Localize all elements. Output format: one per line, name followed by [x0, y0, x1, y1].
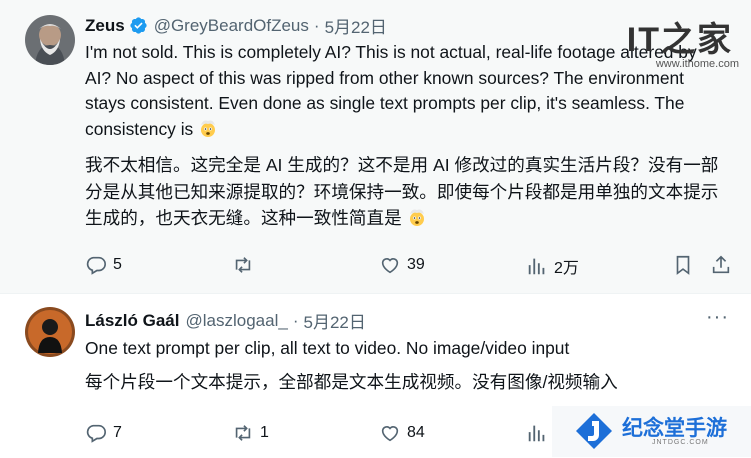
- bookmark-icon: [676, 255, 690, 275]
- reply-icon: [86, 424, 106, 443]
- share-button[interactable]: [710, 254, 732, 276]
- reply-count: 5: [113, 256, 122, 273]
- jntdgc-watermark: 纪念堂手游 JNTDGC.COM: [552, 406, 751, 457]
- reply-button[interactable]: 5: [85, 254, 122, 276]
- ithome-logo: IT之家: [626, 21, 733, 59]
- retweet-icon: [235, 425, 251, 441]
- reply-icon: [86, 256, 106, 275]
- more-icon[interactable]: ···: [706, 306, 729, 329]
- tweet-header: Zeus @GreyBeardOfZeus · 5月22日: [85, 13, 387, 38]
- views-button[interactable]: [526, 422, 548, 444]
- jntdgc-logo-text: 纪念堂手游: [622, 417, 727, 440]
- tweet-date[interactable]: 5月22日: [325, 13, 387, 38]
- ithome-watermark: IT之家 www.ithome.com: [621, 10, 741, 70]
- jntdgc-url: JNTDGC.COM: [652, 439, 709, 446]
- bookmark-button[interactable]: [672, 254, 694, 276]
- author-name[interactable]: László Gaál: [85, 311, 179, 331]
- like-button[interactable]: 84: [379, 422, 425, 444]
- tweet-header: László Gaál @laszlogaal_ · 5月22日: [85, 308, 366, 333]
- like-icon: [381, 258, 399, 274]
- views-count: 2万: [554, 260, 579, 277]
- like-button[interactable]: 39: [379, 254, 425, 276]
- tweet-text-en: I'm not sold. This is completely AI? Thi…: [85, 42, 697, 139]
- author-handle[interactable]: @GreyBeardOfZeus: [154, 16, 309, 36]
- author-name[interactable]: Zeus: [85, 16, 125, 36]
- verified-badge-icon: [130, 17, 147, 34]
- separator-dot: ·: [292, 310, 299, 330]
- ithome-url: www.ithome.com: [655, 58, 739, 70]
- views-icon: [528, 425, 545, 442]
- tweet-text-zh: 我不太相信。这完全是 AI 生成的？这不是用 AI 修改过的真实生活片段？没有一…: [85, 155, 719, 228]
- separator-dot: ·: [313, 15, 320, 35]
- jntdgc-logo-icon: [576, 413, 612, 449]
- retweet-button[interactable]: 1: [232, 422, 269, 444]
- exploding-head-emoji: [201, 120, 216, 137]
- tweet-text-zh: 每个片段一个文本提示，全部都是文本生成视频。没有图像/视频输入: [85, 372, 618, 392]
- exploding-head-emoji: [409, 209, 424, 226]
- views-button[interactable]: 2万: [526, 254, 579, 278]
- retweet-count: 1: [260, 424, 269, 441]
- like-count: 84: [407, 424, 425, 441]
- like-icon: [381, 426, 399, 442]
- tweet-date[interactable]: 5月22日: [303, 308, 365, 333]
- retweet-icon: [235, 257, 251, 273]
- share-icon: [712, 255, 730, 274]
- retweet-button[interactable]: [232, 254, 260, 276]
- reply-button[interactable]: 7: [85, 422, 122, 444]
- like-count: 39: [407, 256, 425, 273]
- avatar-laszlo[interactable]: [25, 307, 75, 357]
- views-icon: [528, 258, 545, 275]
- reply-count: 7: [113, 424, 122, 441]
- author-handle[interactable]: @laszlogaal_: [185, 311, 287, 331]
- tweet-text-en: One text prompt per clip, all text to vi…: [85, 338, 570, 358]
- avatar-zeus[interactable]: [25, 15, 75, 65]
